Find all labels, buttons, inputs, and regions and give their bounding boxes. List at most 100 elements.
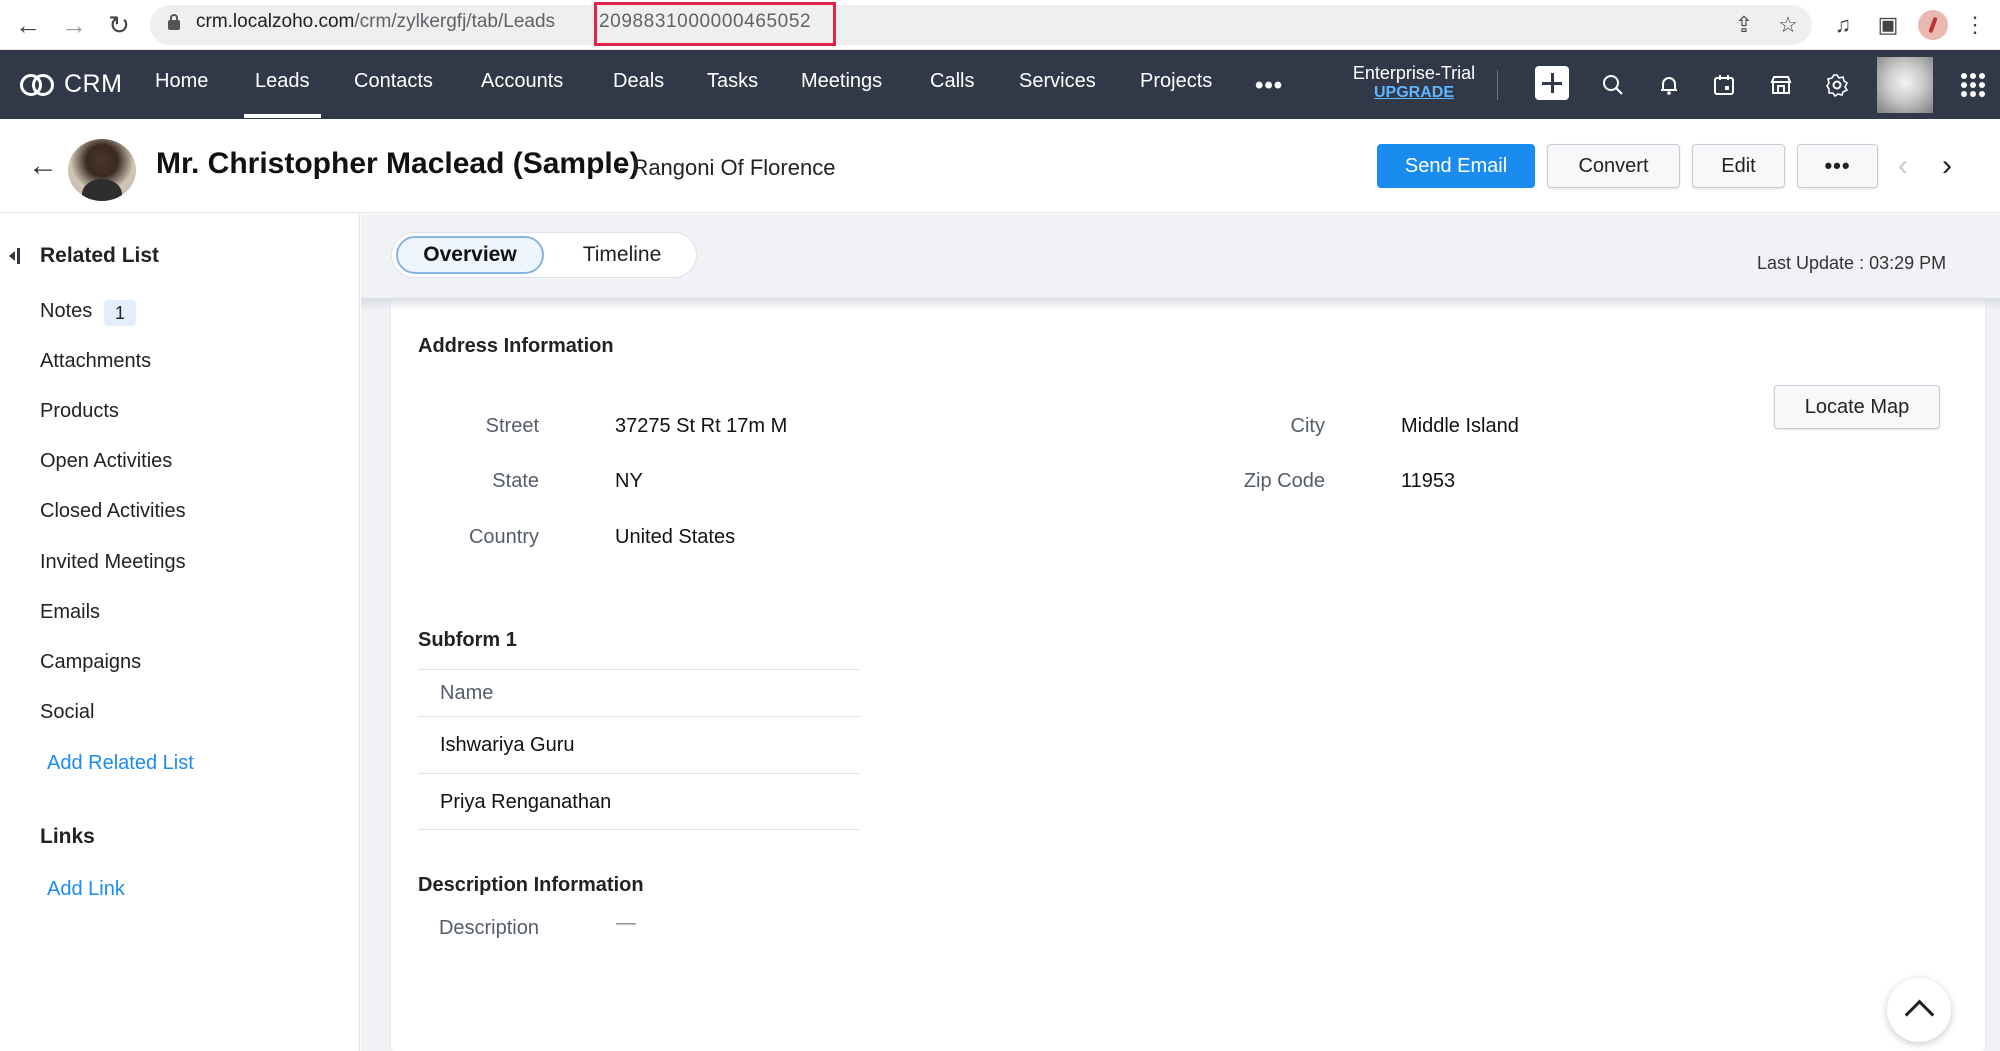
main-content: Overview Timeline Last Update : 03:29 PM… bbox=[361, 214, 2000, 1051]
subform-row[interactable]: Priya Renganathan bbox=[440, 791, 611, 814]
apps-grid-icon[interactable] bbox=[1961, 73, 1985, 97]
calendar-icon[interactable] bbox=[1709, 70, 1739, 100]
nav-projects[interactable]: Projects bbox=[1140, 70, 1212, 93]
record-title: Mr. Christopher Maclead (Sample) bbox=[156, 147, 640, 180]
previous-record-icon[interactable]: ‹ bbox=[1898, 149, 1908, 183]
kebab-menu-icon[interactable]: ⋮ bbox=[1960, 10, 1990, 40]
edition-info: Enterprise-Trial UPGRADE bbox=[1350, 63, 1478, 102]
record-company: - Rangoni Of Florence bbox=[619, 155, 836, 180]
sidebar-item-social[interactable]: Social bbox=[40, 701, 94, 724]
subform-row-divider bbox=[418, 829, 860, 830]
url-host: crm.localzoho.com bbox=[196, 11, 355, 32]
description-value[interactable]: — bbox=[616, 912, 636, 935]
tab-overview[interactable]: Overview bbox=[396, 236, 544, 274]
reload-icon[interactable]: ↻ bbox=[103, 10, 135, 40]
add-related-list-link[interactable]: Add Related List bbox=[47, 752, 194, 775]
url-path: /crm/zylkergfj/tab/Leads bbox=[354, 11, 556, 32]
zip-code-value[interactable]: 11953 bbox=[1401, 470, 1455, 493]
record-avatar[interactable] bbox=[68, 139, 136, 201]
record-header: ← Mr. Christopher Maclead (Sample) - Ran… bbox=[0, 119, 2000, 213]
sidebar-item-closed-activities[interactable]: Closed Activities bbox=[40, 500, 186, 523]
nav-deals[interactable]: Deals bbox=[613, 70, 664, 93]
nav-more-button[interactable]: ••• bbox=[1255, 72, 1283, 100]
nav-divider bbox=[1497, 70, 1498, 100]
related-list-sidebar: Related List Notes 1 Attachments Product… bbox=[0, 214, 360, 1051]
description-label: Description bbox=[438, 917, 539, 939]
nav-home[interactable]: Home bbox=[155, 70, 208, 93]
add-link-link[interactable]: Add Link bbox=[47, 878, 125, 901]
edition-label: Enterprise-Trial bbox=[1352, 63, 1476, 83]
back-arrow-icon[interactable]: ← bbox=[12, 10, 44, 40]
crm-logo[interactable]: CRM bbox=[20, 70, 122, 99]
sidebar-item-invited-meetings[interactable]: Invited Meetings bbox=[40, 551, 186, 574]
nav-leads[interactable]: Leads bbox=[255, 70, 310, 93]
gear-icon[interactable] bbox=[1822, 70, 1852, 100]
subform-title: Subform 1 bbox=[418, 629, 517, 651]
view-tabs: Overview Timeline bbox=[391, 232, 697, 278]
profile-icon[interactable] bbox=[1918, 10, 1948, 40]
subform-row[interactable]: Ishwariya Guru bbox=[440, 734, 575, 757]
country-label: Country bbox=[468, 526, 539, 548]
upgrade-link[interactable]: UPGRADE bbox=[1350, 84, 1478, 102]
next-record-icon[interactable]: › bbox=[1942, 149, 1952, 183]
related-list-heading: Related List bbox=[40, 244, 160, 267]
subform-header-top-divider bbox=[418, 669, 860, 670]
city-label: City bbox=[1290, 415, 1325, 437]
marketplace-icon[interactable] bbox=[1766, 70, 1796, 100]
app-navbar: CRM Home Leads Contacts Accounts Deals T… bbox=[0, 50, 2000, 119]
links-heading: Links bbox=[40, 825, 95, 848]
street-value[interactable]: 37275 St Rt 17m M bbox=[615, 415, 787, 438]
share-icon[interactable]: ⇪ bbox=[1729, 10, 1759, 40]
sidebar-item-products[interactable]: Products bbox=[40, 400, 119, 423]
crm-logo-icon bbox=[20, 73, 54, 96]
subform-row-divider bbox=[418, 773, 860, 774]
url-record-id: 2098831000000465052 bbox=[599, 11, 812, 32]
nav-contacts[interactable]: Contacts bbox=[354, 70, 433, 93]
app-name: CRM bbox=[64, 70, 123, 98]
nav-tasks[interactable]: Tasks bbox=[707, 70, 758, 93]
nav-meetings[interactable]: Meetings bbox=[801, 70, 882, 93]
tab-timeline[interactable]: Timeline bbox=[552, 236, 692, 274]
sidebar-panel-icon[interactable]: ▣ bbox=[1873, 10, 1903, 40]
zip-code-label: Zip Code bbox=[1243, 470, 1325, 492]
subform-header-divider bbox=[418, 716, 860, 717]
state-value[interactable]: NY bbox=[615, 470, 643, 493]
city-value[interactable]: Middle Island bbox=[1401, 415, 1519, 438]
details-card: Address Information Locate Map Street 37… bbox=[391, 298, 1985, 1051]
sidebar-item-open-activities[interactable]: Open Activities bbox=[40, 450, 172, 473]
subform-column-name: Name bbox=[440, 682, 494, 704]
last-update-text: Last Update : 03:29 PM bbox=[1757, 253, 1947, 273]
forward-arrow-icon[interactable]: → bbox=[58, 10, 90, 40]
sidebar-item-notes[interactable]: Notes bbox=[40, 300, 92, 323]
nav-calls[interactable]: Calls bbox=[930, 70, 974, 93]
content-scroll-shadow bbox=[361, 298, 2000, 310]
locate-map-button[interactable]: Locate Map bbox=[1774, 385, 1940, 429]
back-arrow-icon[interactable]: ← bbox=[28, 149, 58, 183]
sidebar-item-emails[interactable]: Emails bbox=[40, 601, 100, 624]
nav-services[interactable]: Services bbox=[1019, 70, 1096, 93]
convert-button[interactable]: Convert bbox=[1547, 144, 1680, 188]
scroll-to-top-button[interactable] bbox=[1887, 978, 1951, 1042]
address-section-title: Address Information bbox=[418, 335, 614, 357]
nav-accounts[interactable]: Accounts bbox=[481, 70, 563, 93]
sidebar-item-attachments[interactable]: Attachments bbox=[40, 350, 151, 373]
country-value[interactable]: United States bbox=[615, 526, 735, 549]
media-list-icon[interactable]: ♫ bbox=[1828, 10, 1858, 40]
collapse-sidebar-icon[interactable] bbox=[9, 248, 20, 264]
sidebar-item-campaigns[interactable]: Campaigns bbox=[40, 651, 141, 674]
street-label: Street bbox=[485, 415, 539, 437]
browser-toolbar: ← → ↻ crm.localzoho.com/crm/zylkergfj/ta… bbox=[0, 0, 2000, 50]
url-text[interactable]: crm.localzoho.com/crm/zylkergfj/tab/Lead… bbox=[196, 11, 555, 33]
lock-icon[interactable] bbox=[168, 14, 180, 30]
state-label: State bbox=[492, 470, 539, 492]
edit-button[interactable]: Edit bbox=[1692, 144, 1785, 188]
send-email-button[interactable]: Send Email bbox=[1377, 144, 1535, 188]
search-icon[interactable] bbox=[1598, 70, 1628, 100]
plus-icon[interactable] bbox=[1535, 66, 1569, 100]
nav-active-indicator bbox=[244, 114, 321, 118]
more-actions-button[interactable]: ••• bbox=[1797, 144, 1878, 188]
user-avatar[interactable] bbox=[1877, 57, 1933, 113]
notes-count-badge: 1 bbox=[104, 300, 136, 326]
bell-icon[interactable] bbox=[1654, 70, 1684, 100]
star-icon[interactable]: ☆ bbox=[1773, 10, 1803, 40]
